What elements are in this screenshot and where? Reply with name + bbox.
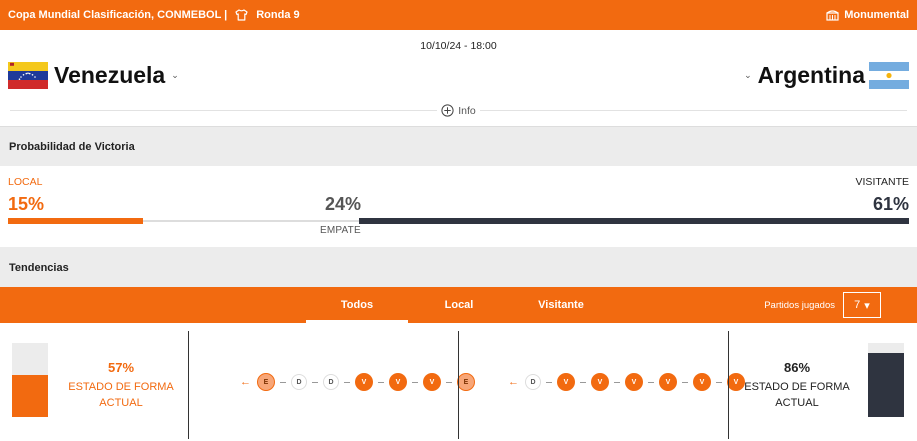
- away-pct: 61%: [872, 194, 909, 214]
- stadium-name: Monumental: [844, 9, 909, 21]
- probability-bars: [8, 218, 909, 224]
- local-label: LOCAL: [8, 176, 43, 188]
- matches-played-label: Partidos jugados: [764, 299, 835, 311]
- plus-circle-icon: [441, 104, 454, 117]
- away-form-line1: ESTADO DE FORMA: [744, 381, 850, 393]
- tab-visitante[interactable]: Visitante: [510, 287, 612, 323]
- result-pill[interactable]: V: [625, 373, 643, 391]
- chevron-down-icon[interactable]: ⌄: [744, 70, 752, 81]
- local-bar: [8, 218, 144, 224]
- tab-local[interactable]: Local: [408, 287, 510, 323]
- home-form-pct: 57%: [107, 360, 135, 375]
- result-pill[interactable]: D: [525, 374, 541, 390]
- competition-name[interactable]: Copa Mundial Clasificación, CONMEBOL |: [8, 9, 227, 21]
- result-pill[interactable]: D: [291, 374, 307, 390]
- away-form: 86% ESTADO DE FORMA ACTUAL: [732, 360, 862, 411]
- trends-title: Tendencias: [0, 249, 917, 287]
- form-panel: 57% ESTADO DE FORMA ACTUAL ← EDDVVVE ← D…: [0, 323, 917, 441]
- divider: [458, 331, 459, 439]
- sequence-connector: [446, 381, 452, 383]
- result-pill[interactable]: V: [557, 373, 575, 391]
- home-team[interactable]: Venezuela ⌄: [8, 60, 185, 90]
- draw-label: EMPATE: [320, 225, 361, 236]
- home-form-meter: [12, 343, 48, 417]
- result-pill[interactable]: E: [257, 373, 275, 391]
- away-results-sequence: ← DVVVVVV: [508, 372, 745, 392]
- away-form-fill: [868, 353, 904, 417]
- result-pill[interactable]: E: [457, 373, 475, 391]
- probability-title: Probabilidad de Victoria: [0, 128, 917, 166]
- home-results-sequence: ← EDDVVVE: [240, 372, 475, 392]
- match-datetime: 10/10/24 - 18:00: [420, 40, 497, 52]
- sequence-connector: [546, 381, 552, 383]
- divider: [188, 331, 189, 439]
- sequence-connector: [344, 381, 350, 383]
- venezuela-flag-icon: [8, 61, 48, 89]
- away-form-meter: [868, 343, 904, 417]
- stadium-icon: [826, 9, 839, 21]
- arrow-left-icon: ←: [240, 375, 251, 388]
- away-team-name[interactable]: Argentina: [758, 62, 865, 89]
- sequence-connector: [378, 381, 384, 383]
- result-pill[interactable]: V: [423, 373, 441, 391]
- draw-pct: 24%: [325, 194, 362, 214]
- away-label: VISITANTE: [855, 176, 909, 188]
- competition-info: Copa Mundial Clasificación, CONMEBOL | R…: [8, 0, 300, 30]
- sequence-connector: [648, 381, 654, 383]
- result-pill[interactable]: V: [355, 373, 373, 391]
- tab-todos[interactable]: Todos: [306, 287, 408, 323]
- jersey-icon: [235, 9, 248, 21]
- matches-played-value: 7: [854, 299, 861, 311]
- away-form-line2: ACTUAL: [775, 397, 819, 409]
- sequence-connector: [580, 381, 586, 383]
- result-pill[interactable]: V: [659, 373, 677, 391]
- result-pill[interactable]: V: [693, 373, 711, 391]
- home-form-fill: [12, 374, 48, 417]
- round-label[interactable]: Ronda 9: [256, 9, 299, 21]
- trends-tabs: Todos Local Visitante Partidos jugados 7…: [0, 287, 917, 323]
- matches-played-selector: Partidos jugados 7 ▾: [764, 287, 881, 323]
- sequence-connector: [312, 381, 318, 383]
- info-label[interactable]: Info: [458, 105, 476, 117]
- away-team[interactable]: ⌄ Argentina: [738, 60, 909, 90]
- sequence-connector: [716, 381, 722, 383]
- home-form: 57% ESTADO DE FORMA ACTUAL: [56, 360, 186, 411]
- competition-bar: Copa Mundial Clasificación, CONMEBOL | R…: [0, 0, 917, 30]
- info-toggle[interactable]: Info: [0, 104, 917, 122]
- match-header: 10/10/24 - 18:00 Venezuela ⌄ ⌄ Argentina: [0, 30, 917, 127]
- stadium-info[interactable]: Monumental: [826, 0, 909, 30]
- matches-played-select[interactable]: 7 ▾: [843, 292, 881, 318]
- caret-down-icon: ▾: [864, 299, 870, 312]
- home-form-line2: ACTUAL: [99, 397, 143, 409]
- chevron-down-icon[interactable]: ⌄: [171, 70, 179, 81]
- home-team-name[interactable]: Venezuela: [54, 62, 165, 89]
- sequence-connector: [682, 381, 688, 383]
- argentina-flag-icon: [869, 61, 909, 89]
- sequence-connector: [412, 381, 418, 383]
- sequence-connector: [280, 381, 286, 383]
- result-pill[interactable]: D: [323, 374, 339, 390]
- away-bar: [359, 218, 909, 224]
- draw-bar: [143, 220, 360, 222]
- home-form-line1: ESTADO DE FORMA: [68, 381, 174, 393]
- arrow-left-icon: ←: [508, 375, 519, 388]
- sequence-connector: [614, 381, 620, 383]
- divider: [728, 331, 729, 439]
- away-form-pct: 86%: [783, 360, 811, 375]
- local-pct: 15%: [8, 194, 45, 214]
- result-pill[interactable]: V: [591, 373, 609, 391]
- result-pill[interactable]: V: [389, 373, 407, 391]
- win-probability: LOCAL VISITANTE 15% 24% 61% EMPATE: [0, 166, 917, 247]
